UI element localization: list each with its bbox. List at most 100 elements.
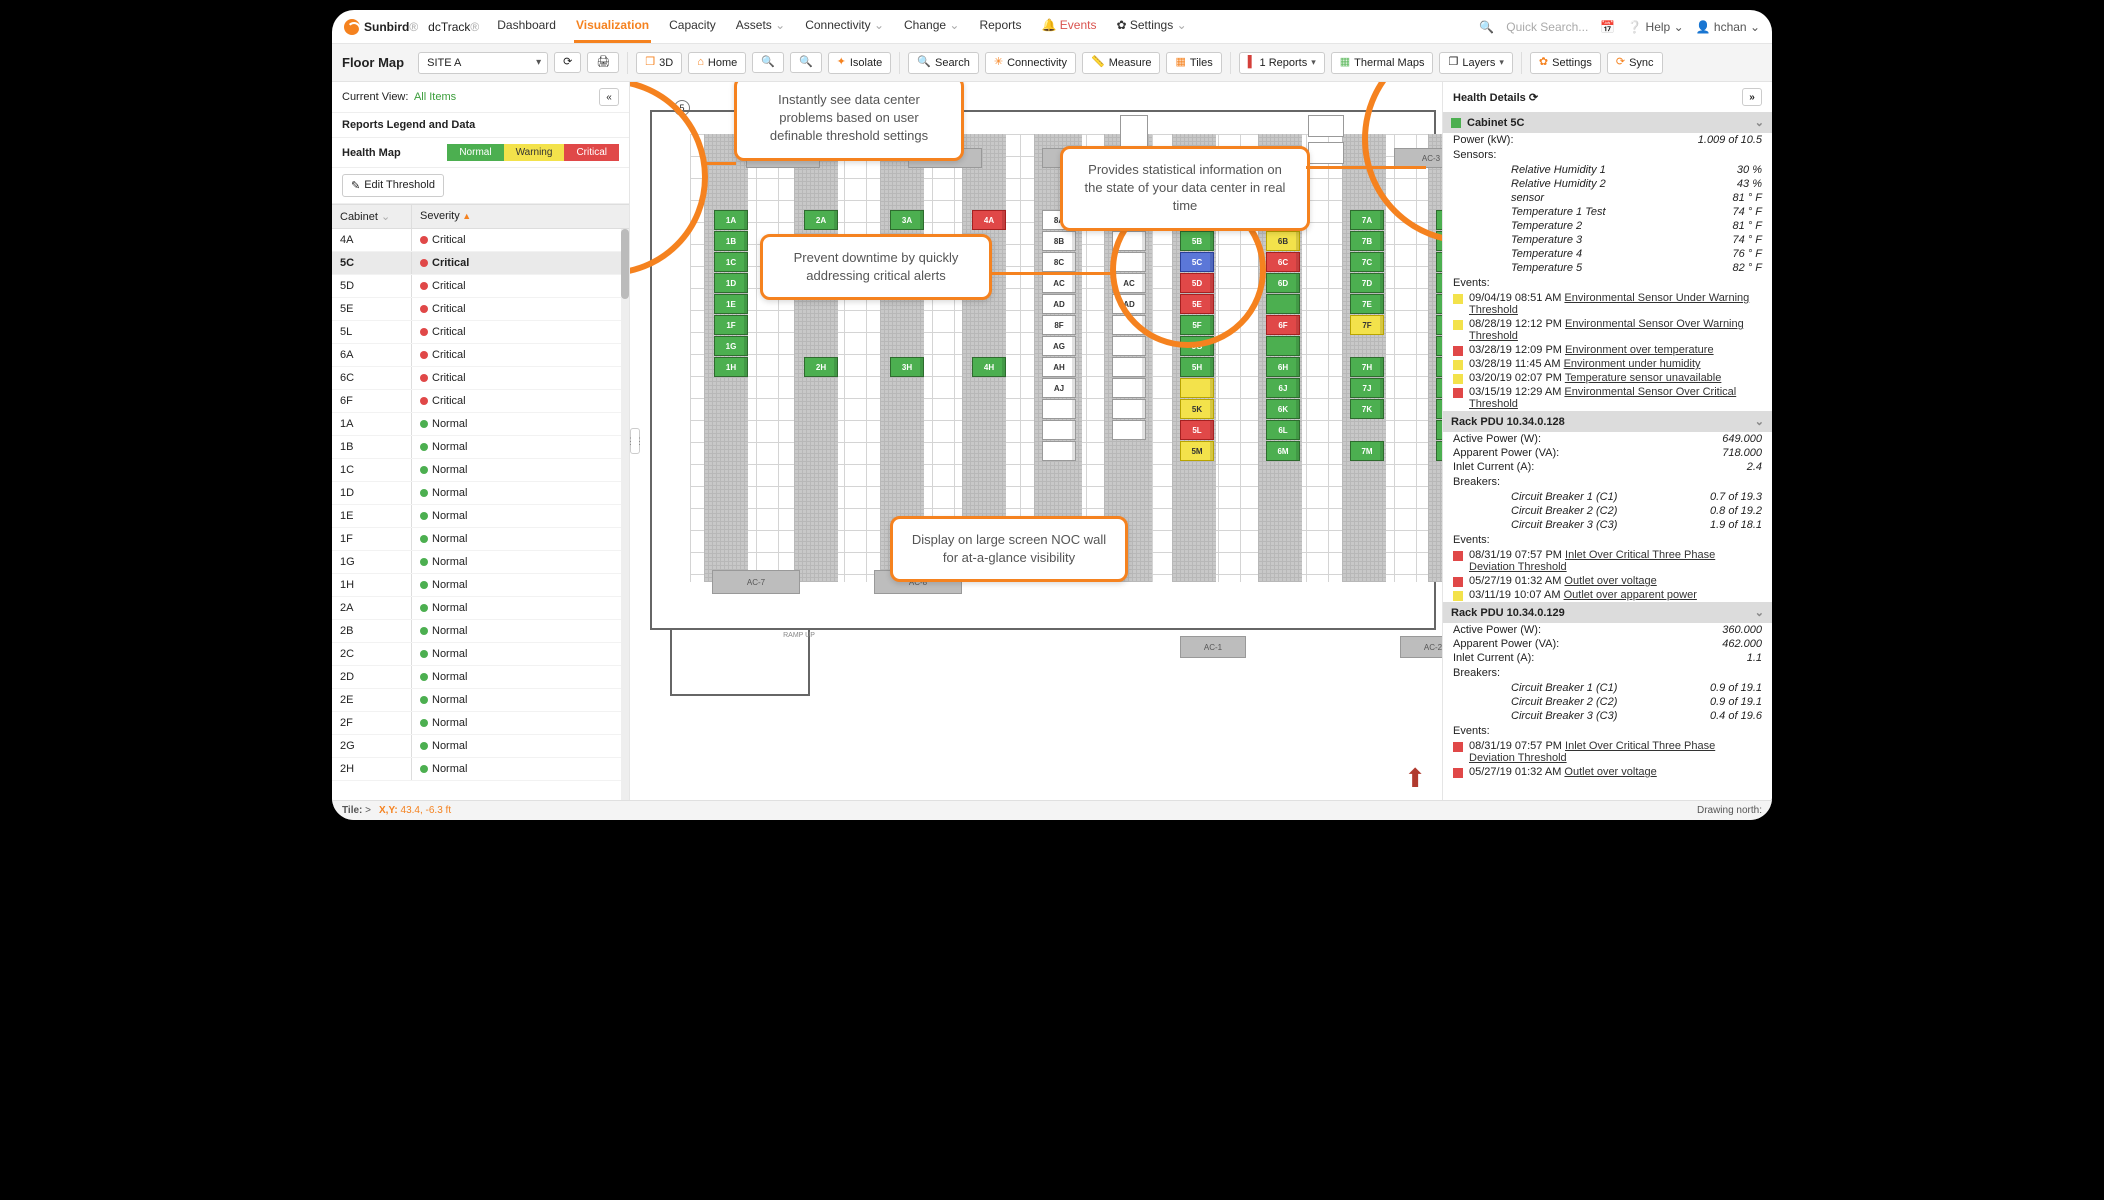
tab-capacity[interactable]: Capacity xyxy=(667,10,718,43)
table-row[interactable]: 5CCritical xyxy=(332,252,629,275)
rack-5E[interactable]: 5E xyxy=(1180,294,1214,314)
reports-button[interactable]: ▌1 Reports xyxy=(1239,52,1325,74)
rack-blank[interactable] xyxy=(1112,378,1146,398)
rack-blank[interactable] xyxy=(1266,336,1300,356)
collapse-left-button[interactable]: « xyxy=(599,88,619,106)
rack-5C[interactable]: 5C xyxy=(1180,252,1214,272)
calendar-icon[interactable]: 📅 xyxy=(1600,20,1615,34)
table-row[interactable]: 2DNormal xyxy=(332,666,629,689)
rack-3A[interactable]: 3A xyxy=(890,210,924,230)
rack-AJ[interactable]: AJ xyxy=(1042,378,1076,398)
table-row[interactable]: 1DNormal xyxy=(332,482,629,505)
home-button[interactable]: ⌂Home xyxy=(688,52,746,74)
pdu1-section-bar[interactable]: Rack PDU 10.34.0.128⌄ xyxy=(1443,411,1772,432)
rack-AD[interactable]: AD xyxy=(1042,294,1076,314)
rack-1C[interactable]: 1C xyxy=(714,252,748,272)
table-row[interactable]: 1HNormal xyxy=(332,574,629,597)
table-row[interactable]: 5DCritical xyxy=(332,275,629,298)
rack-8L[interactable]: 8L xyxy=(1436,420,1442,440)
table-row[interactable]: 6FCritical xyxy=(332,390,629,413)
event-row[interactable]: 09/04/19 08:51 AM Environmental Sensor U… xyxy=(1443,291,1772,317)
rack-4A[interactable]: 4A xyxy=(972,210,1006,230)
rack-7B[interactable]: 7B xyxy=(1350,231,1384,251)
table-row[interactable]: 2GNormal xyxy=(332,735,629,758)
isolate-button[interactable]: ✦Isolate xyxy=(828,52,892,74)
pdu2-section-bar[interactable]: Rack PDU 10.34.0.129⌄ xyxy=(1443,602,1772,623)
rack-5B[interactable]: 5B xyxy=(1180,231,1214,251)
event-row[interactable]: 08/31/19 07:57 PM Inlet Over Critical Th… xyxy=(1443,548,1772,574)
table-row[interactable]: 1GNormal xyxy=(332,551,629,574)
tab-assets[interactable]: Assets ⌄ xyxy=(734,10,787,43)
rack-blank[interactable] xyxy=(1112,231,1146,251)
tab-dashboard[interactable]: Dashboard xyxy=(495,10,558,43)
help-menu[interactable]: ❔ Help ⌄ xyxy=(1627,20,1683,34)
tab-reports[interactable]: Reports xyxy=(977,10,1023,43)
zoom-in-button[interactable]: 🔍 xyxy=(752,52,784,73)
rack-7H[interactable]: 7H xyxy=(1350,357,1384,377)
rack-5L[interactable]: 5L xyxy=(1180,420,1214,440)
rack-7D[interactable]: 7D xyxy=(1350,273,1384,293)
rack-blank[interactable] xyxy=(1042,441,1076,461)
refresh-icon[interactable]: ⟳ xyxy=(1529,92,1538,104)
rack-1D[interactable]: 1D xyxy=(714,273,748,293)
col-severity[interactable]: Severity xyxy=(412,205,629,228)
rack-8G[interactable]: 8G xyxy=(1436,336,1442,356)
site-select[interactable]: SITE A xyxy=(418,52,548,74)
rack-1B[interactable]: 1B xyxy=(714,231,748,251)
zoom-out-button[interactable]: 🔍 xyxy=(790,52,822,73)
rack-8E[interactable]: 8E xyxy=(1436,294,1442,314)
current-view-value[interactable]: All Items xyxy=(414,91,456,103)
table-row[interactable]: 1ANormal xyxy=(332,413,629,436)
rack-blank[interactable] xyxy=(1112,252,1146,272)
table-row[interactable]: 6CCritical xyxy=(332,367,629,390)
thermal-button[interactable]: ▦Thermal Maps xyxy=(1331,52,1434,74)
edit-threshold-button[interactable]: ✎Edit Threshold xyxy=(342,174,444,197)
event-row[interactable]: 03/28/19 12:09 PM Environment over tempe… xyxy=(1443,343,1772,357)
table-row[interactable]: 2FNormal xyxy=(332,712,629,735)
rack-7C[interactable]: 7C xyxy=(1350,252,1384,272)
rack-blank[interactable] xyxy=(1112,336,1146,356)
quick-search[interactable]: Quick Search... xyxy=(1506,20,1588,34)
ac-unit[interactable]: AC-2 xyxy=(1400,636,1442,658)
rack-5F[interactable]: 5F xyxy=(1180,315,1214,335)
rack-AC[interactable]: AC xyxy=(1112,273,1146,293)
event-row[interactable]: 05/27/19 01:32 AM Outlet over voltage xyxy=(1443,765,1772,779)
rack-1F[interactable]: 1F xyxy=(714,315,748,335)
table-row[interactable]: 1ENormal xyxy=(332,505,629,528)
rack-5K[interactable]: 5K xyxy=(1180,399,1214,419)
floor-map-canvas[interactable]: ⋮⋮ 5 RAMP UP AC-6 AC-5 xyxy=(630,82,1442,800)
refresh-button[interactable]: ⟳ xyxy=(554,52,581,73)
rack-blank[interactable] xyxy=(1112,420,1146,440)
rack-blank[interactable] xyxy=(1266,294,1300,314)
rack-8H[interactable]: 8H xyxy=(1436,357,1442,377)
search-icon[interactable]: 🔍 xyxy=(1479,20,1494,34)
event-row[interactable]: 05/27/19 01:32 AM Outlet over voltage xyxy=(1443,574,1772,588)
rack-blank[interactable] xyxy=(1112,399,1146,419)
3d-button[interactable]: ❒3D xyxy=(636,52,682,74)
rack-AD[interactable]: AD xyxy=(1112,294,1146,314)
rack-8B[interactable]: 8B xyxy=(1436,231,1442,251)
rack-6H[interactable]: 6H xyxy=(1266,357,1300,377)
rack-blank[interactable] xyxy=(1042,399,1076,419)
table-row[interactable]: 2ANormal xyxy=(332,597,629,620)
table-row[interactable]: 5LCritical xyxy=(332,321,629,344)
table-row[interactable]: 5ECritical xyxy=(332,298,629,321)
rack-6C[interactable]: 6C xyxy=(1266,252,1300,272)
cabinet-section-bar[interactable]: Cabinet 5C⌄ xyxy=(1443,112,1772,133)
ac-unit[interactable]: AC-3 xyxy=(1394,148,1442,168)
rack-5D[interactable]: 5D xyxy=(1180,273,1214,293)
rack-8C[interactable]: 8C xyxy=(1436,252,1442,272)
rack-5H[interactable]: 5H xyxy=(1180,357,1214,377)
rack-blank[interactable] xyxy=(1180,378,1214,398)
event-row[interactable]: 03/20/19 02:07 PM Temperature sensor una… xyxy=(1443,371,1772,385)
tiles-button[interactable]: ▦Tiles xyxy=(1166,52,1221,74)
rack-3H[interactable]: 3H xyxy=(890,357,924,377)
rack-8D[interactable]: 8D xyxy=(1436,273,1442,293)
table-row[interactable]: 2HNormal xyxy=(332,758,629,781)
table-row[interactable]: 2CNormal xyxy=(332,643,629,666)
panel-resize-handle[interactable]: ⋮⋮ xyxy=(630,428,640,454)
rack-6J[interactable]: 6J xyxy=(1266,378,1300,398)
rack-8C[interactable]: 8C xyxy=(1042,252,1076,272)
rack-7A[interactable]: 7A xyxy=(1350,210,1384,230)
table-row[interactable]: 1FNormal xyxy=(332,528,629,551)
